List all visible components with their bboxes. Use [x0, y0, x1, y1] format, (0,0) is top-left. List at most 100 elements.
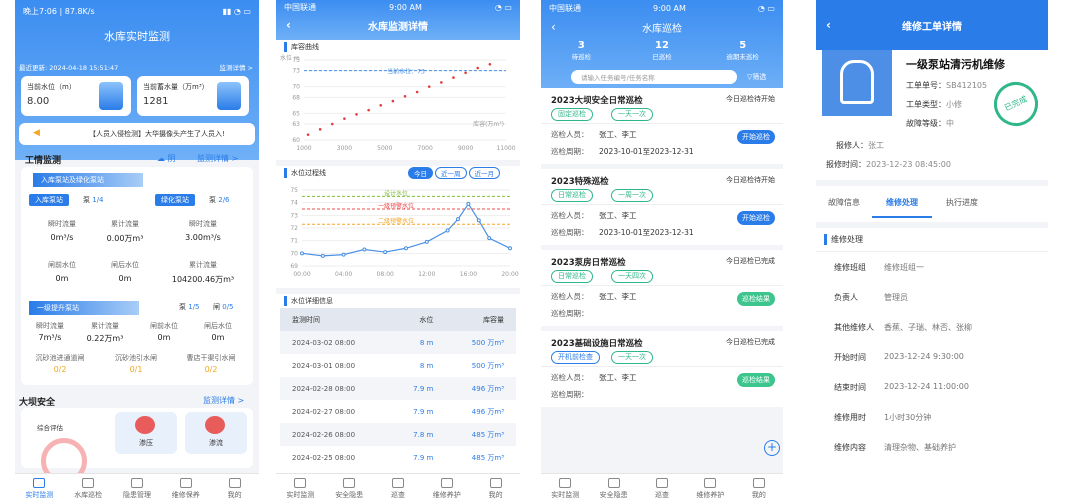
data-point: [488, 62, 492, 66]
data-point: [466, 201, 471, 206]
tab-item[interactable]: 我的: [735, 474, 783, 503]
cell-time: 2024-03-01 08:00: [292, 361, 356, 370]
card-period: 2023-10-01至2023-12-31: [599, 147, 694, 156]
data-point: [456, 217, 460, 222]
tab-icon: [704, 477, 717, 488]
filter-button[interactable]: ▽筛选: [747, 72, 766, 82]
inspection-card[interactable]: 2023泵房日常巡检 今日巡检已完成 日常巡检 一天四次 巡检人员： 张工、李工 巡检周期：…: [541, 250, 783, 326]
inspection-card[interactable]: 2023基础设施日常巡检 今日巡检已完成 开机前检查 一天一次 巡检人员： 张工、李工 巡检…: [541, 331, 783, 407]
count-item[interactable]: 12 已巡检: [622, 40, 703, 61]
reference-label: 二级预警水位: [378, 217, 414, 225]
cell-time: 2024-03-02 08:00: [292, 338, 356, 347]
inlet-pump-label: 泵: [83, 196, 90, 204]
start-inspection-button[interactable]: 开始巡检: [737, 211, 775, 225]
tab-item[interactable]: 维修养护: [422, 474, 471, 503]
tab-item[interactable]: 水库巡检: [64, 474, 113, 503]
tab-label: 实时监测: [551, 490, 580, 499]
carrier: 中国联通: [549, 3, 581, 13]
search-input[interactable]: 请输入任务编号/任务名称: [571, 70, 737, 84]
range-tab-month[interactable]: 近一月: [468, 167, 500, 179]
field-row: 开始时间 2023-12-24 9:30:00: [816, 348, 1048, 378]
start-inspection-button[interactable]: 开始巡检: [737, 130, 775, 144]
view-result-button[interactable]: 巡检结果: [737, 292, 775, 306]
tab-item[interactable]: 维修保养: [161, 474, 210, 503]
inlet-tag[interactable]: 入库泵站: [29, 194, 69, 206]
order-title: 一级泵站清污机维修: [906, 58, 1005, 71]
page-title: 水库实时监测: [104, 30, 170, 43]
green-pump-value: 2/6: [218, 196, 230, 204]
inlet-pump-count: 泵 1/4: [83, 195, 104, 205]
tab-repair-process[interactable]: 维修处理: [872, 188, 932, 218]
monitor-detail-link[interactable]: 监测详情 >: [219, 62, 253, 72]
x-tick-label: 12:00: [418, 271, 435, 278]
fault-level-value: 中: [946, 119, 954, 128]
tab-item[interactable]: 巡查: [374, 474, 423, 503]
dam-detail-link[interactable]: 监测详情 >: [203, 395, 244, 406]
range-tab-today[interactable]: 今日: [408, 167, 433, 179]
tab-item[interactable]: 安全隐患: [589, 474, 637, 503]
back-icon[interactable]: ‹: [286, 18, 291, 32]
tab-item[interactable]: 巡查: [638, 474, 686, 503]
tab-icon: [559, 477, 572, 488]
reference-label: 设计水位: [384, 189, 408, 197]
tab-icon: [294, 477, 307, 488]
count-item[interactable]: 5 逾期未巡检: [702, 40, 783, 61]
tab-item[interactable]: 实时监测: [15, 474, 64, 503]
count-label: 逾期未巡检: [726, 53, 759, 61]
acc2-stat: 累计流量 104200.46万m³: [161, 260, 245, 285]
card-people: 张工、李工: [599, 373, 637, 382]
inspection-screen: 中国联通 9:00 AM ◔ ▭ ‹ 水库巡检 3 待巡检 12 已巡检 5 逾期未巡检 请输入…: [541, 0, 783, 503]
inspection-card[interactable]: 2023大坝安全日常巡检 今日巡检待开始 固定巡检 一天一次 巡检人员： 张工、李工 巡检周…: [541, 88, 783, 164]
card-tag-frequency: 一天四次: [611, 270, 653, 283]
flow2-stat: 瞬时流量 3.00m³/s: [173, 219, 233, 242]
data-point: [464, 71, 467, 75]
cell-capacity: 485 万m³: [471, 430, 505, 439]
data-point: [424, 239, 429, 244]
y-tick-label: 73: [290, 212, 298, 219]
green-tag[interactable]: 绿化泵站: [155, 194, 195, 206]
alert-banner[interactable]: ◀ 【人员入侵检测】大华摄像头产生了人员入!: [19, 123, 255, 145]
tab-progress[interactable]: 执行进度: [932, 188, 992, 218]
tab-item[interactable]: 安全隐患: [325, 474, 374, 503]
back-icon[interactable]: ‹: [551, 20, 556, 34]
add-icon[interactable]: +: [764, 440, 780, 456]
data-point: [383, 250, 388, 255]
work-detail-link[interactable]: 监测详情 >: [197, 153, 238, 164]
data-point: [440, 81, 443, 84]
count-item[interactable]: 3 待巡检: [541, 40, 622, 61]
field-label: 开始时间: [834, 353, 866, 362]
speaker-icon: ◀: [33, 128, 40, 138]
field-label: 维修班组: [834, 263, 866, 272]
view-result-button[interactable]: 巡检结果: [737, 373, 775, 387]
card-tag-type: 日常巡检: [551, 189, 593, 202]
detail-tabs: 故障信息 维修处理 执行进度: [816, 188, 1048, 218]
card-title: 2023特殊巡检: [551, 177, 609, 187]
after-stat: 闸后水位 0m: [95, 260, 155, 283]
tab-item[interactable]: 我的: [210, 474, 259, 503]
tab-icon: [489, 477, 502, 488]
tab-label: 隐患管理: [122, 490, 151, 499]
inspection-card[interactable]: 2023特殊巡检 今日巡检待开始 日常巡检 一周一次 巡检人员： 张工、李工 巡检周期： 20…: [541, 169, 783, 245]
tab-item[interactable]: 实时监测: [276, 474, 325, 503]
range-tab-week[interactable]: 近一周: [435, 167, 467, 179]
bottom-tab-bar: 实时监测 安全隐患 巡查 维修养护 我的: [541, 473, 783, 503]
tab-item[interactable]: 我的: [471, 474, 520, 503]
header-level: 水位: [419, 315, 434, 324]
tab-icon: [391, 477, 404, 488]
data-point: [343, 117, 346, 120]
tab-item[interactable]: 维修养护: [686, 474, 734, 503]
g2-before-value: 0m: [157, 333, 171, 342]
tab-fault-info[interactable]: 故障信息: [816, 188, 872, 218]
y-tick-label: 74: [290, 200, 298, 207]
back-icon[interactable]: ‹: [826, 18, 831, 32]
cell-level: 7.9 m: [413, 453, 434, 462]
tab-item[interactable]: 隐患管理: [113, 474, 162, 503]
tab-icon: [130, 477, 143, 488]
pump2-count: 泵 1/5: [179, 302, 200, 312]
divider: [276, 160, 520, 166]
tab-item[interactable]: 实时监测: [541, 474, 589, 503]
pump2-label: 泵: [179, 303, 186, 311]
y-tick-label: 68: [292, 94, 300, 101]
group2-title: 一级提升泵站: [29, 301, 139, 315]
data-point: [362, 247, 367, 252]
